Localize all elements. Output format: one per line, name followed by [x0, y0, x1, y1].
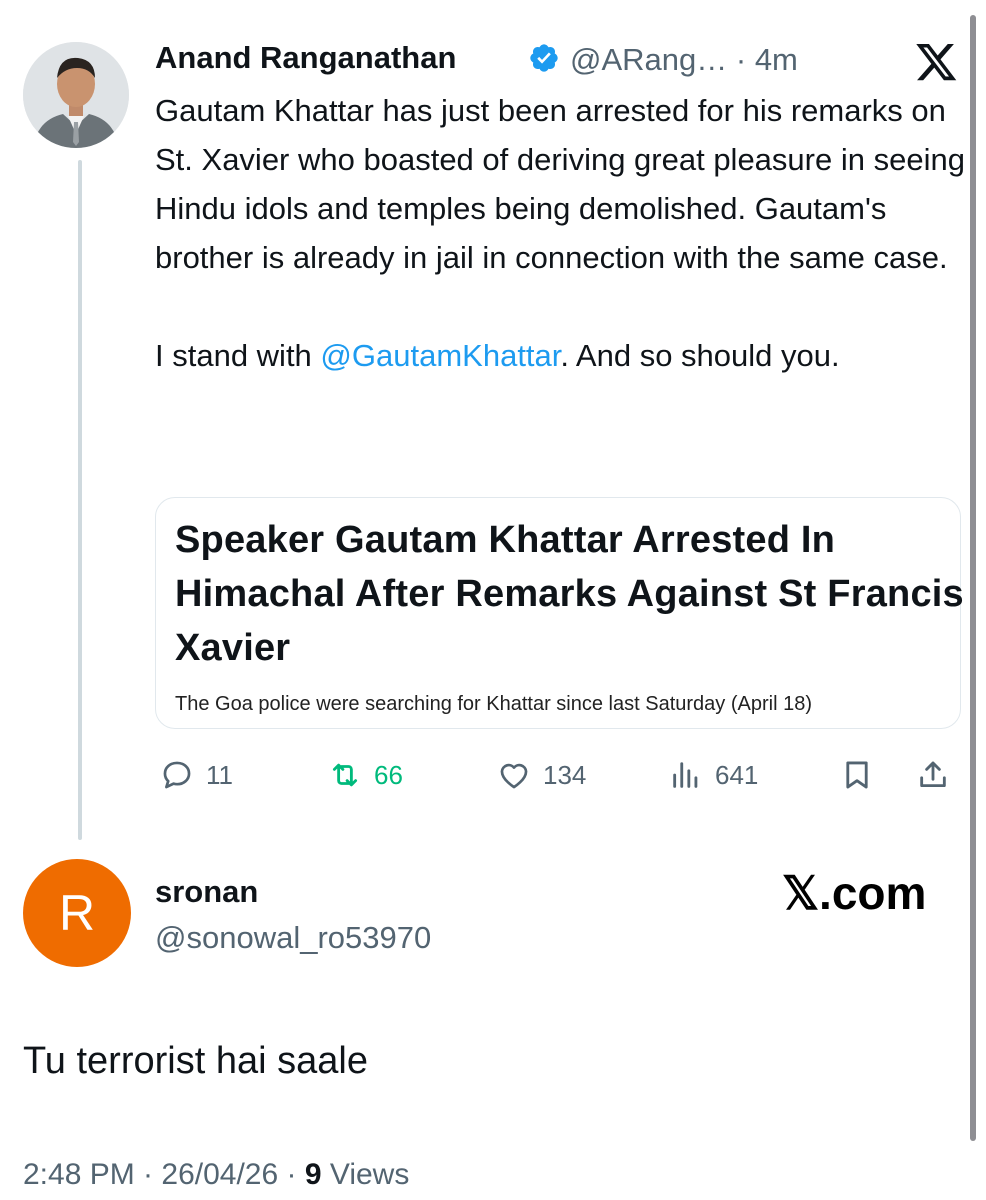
- bookmark-icon: [846, 761, 868, 789]
- tweet-body-end: . And so should you.: [560, 338, 840, 373]
- reply-author-name[interactable]: sronan: [155, 874, 258, 910]
- reply-count: 11: [206, 759, 233, 790]
- author-avatar[interactable]: [23, 42, 129, 148]
- card-headline[interactable]: Speaker Gautam Khattar Arrested In Himac…: [175, 513, 965, 675]
- bookmark-button[interactable]: [840, 755, 886, 795]
- author-handle-time[interactable]: @ARang… · 4m: [570, 42, 798, 78]
- share-button[interactable]: [916, 755, 962, 795]
- heart-icon: [500, 763, 528, 789]
- author-photo: [23, 42, 129, 148]
- tweet-time: · 4m: [727, 42, 798, 77]
- post-metadata: 2:48 PM · 26/04/26 · 9 Views: [23, 1158, 409, 1192]
- author-name[interactable]: Anand Ranganathan: [155, 40, 456, 76]
- reply-icon: [163, 761, 191, 789]
- repost-count: 66: [374, 759, 403, 790]
- reply-button[interactable]: 11: [160, 755, 233, 795]
- tweet-body: Gautam Khattar has just been arrested fo…: [155, 93, 965, 373]
- tweet-text: Gautam Khattar has just been arrested fo…: [155, 86, 975, 380]
- verified-badge-icon: [530, 44, 558, 72]
- views-chart-icon: [673, 762, 698, 788]
- card-subtitle: The Goa police were searching for Khatta…: [175, 693, 812, 715]
- views-label: Views: [321, 1158, 410, 1191]
- views-button[interactable]: 641: [669, 755, 758, 795]
- share-icon: [920, 761, 946, 788]
- thread-connector-line: [78, 160, 82, 840]
- views-number: 9: [304, 1158, 322, 1191]
- repost-icon: [332, 763, 358, 787]
- like-button[interactable]: 134: [497, 755, 586, 795]
- post-timestamp[interactable]: 2:48 PM · 26/04/26 ·: [23, 1158, 305, 1191]
- x-com-watermark: 𝕏.com: [782, 867, 927, 919]
- scrollbar[interactable]: [970, 15, 976, 1141]
- x-logo-icon: [916, 44, 957, 81]
- repost-button[interactable]: 66: [328, 755, 403, 795]
- reply-author-avatar[interactable]: R: [23, 859, 131, 967]
- views-count: 641: [715, 759, 759, 790]
- reply-author-handle[interactable]: @sonowal_ro53970: [155, 920, 431, 956]
- mention-link[interactable]: @GautamKhattar: [320, 338, 560, 373]
- like-count: 134: [543, 759, 587, 790]
- author-handle[interactable]: @ARang…: [570, 42, 727, 77]
- reply-text: Tu terrorist hai saale: [23, 1040, 368, 1082]
